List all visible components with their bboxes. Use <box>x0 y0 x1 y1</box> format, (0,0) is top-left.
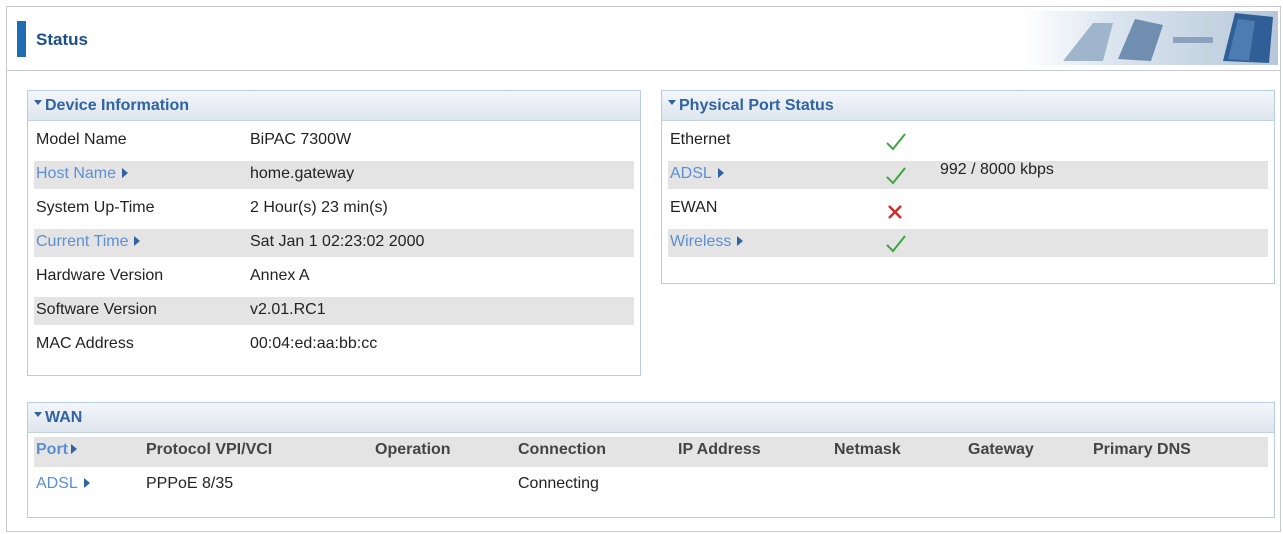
page-header: Status <box>7 7 1280 71</box>
device-row-uptime: System Up-Time 2 Hour(s) 23 min(s) <box>28 191 640 225</box>
physical-port-status-header[interactable]: Physical Port Status <box>662 91 1274 121</box>
wan-col-connection: Connection <box>518 441 606 458</box>
device-row-hardware: Hardware Version Annex A <box>28 259 640 293</box>
wan-adsl-link[interactable]: ADSL <box>36 467 90 501</box>
wan-col-gateway: Gateway <box>968 441 1034 458</box>
port-row-adsl: ADSL 992 / 8000 kbps <box>662 157 1274 191</box>
device-value-uptime: 2 Hour(s) 23 min(s) <box>250 199 388 216</box>
cross-icon <box>888 205 902 219</box>
triangle-right-icon <box>122 168 129 178</box>
port-label-ethernet: Ethernet <box>670 131 731 148</box>
header-banner-image <box>1023 11 1278 65</box>
device-value-hardware: Annex A <box>250 267 310 284</box>
wan-col-protocol: Protocol VPI/VCI <box>146 441 273 458</box>
wan-col-operation: Operation <box>375 441 451 458</box>
triangle-right-icon <box>717 168 724 178</box>
wan-title: WAN <box>45 408 83 426</box>
wireless-port-link[interactable]: Wireless <box>670 225 744 259</box>
caret-down-icon <box>34 100 42 105</box>
port-row-wireless: Wireless <box>662 225 1274 259</box>
wan-panel: WAN Port Protocol VPI/VCI Operation Conn… <box>27 402 1275 518</box>
status-page: Status Device Information Model Name BiP… <box>6 6 1281 532</box>
device-information-header[interactable]: Device Information <box>28 91 640 121</box>
wan-protocol-value: PPPoE 8/35 <box>146 475 234 492</box>
device-information-panel: Device Information Model Name BiPAC 7300… <box>27 90 641 376</box>
wan-row-adsl: ADSL PPPoE 8/35 Connecting <box>28 467 1274 501</box>
triangle-right-icon <box>737 236 744 246</box>
device-value-mac: 00:04:ed:aa:bb:cc <box>250 335 378 352</box>
host-name-link[interactable]: Host Name <box>36 157 129 191</box>
device-row-mac: MAC Address 00:04:ed:aa:bb:cc <box>28 327 640 361</box>
device-label-hardware: Hardware Version <box>36 267 164 284</box>
wan-col-netmask: Netmask <box>834 441 901 458</box>
device-row-software: Software Version v2.01.RC1 <box>28 293 640 327</box>
device-label-mac: MAC Address <box>36 335 134 352</box>
triangle-right-icon <box>83 478 90 488</box>
wan-header[interactable]: WAN <box>28 403 1274 433</box>
port-row-ethernet: Ethernet <box>662 123 1274 157</box>
device-value-current-time: Sat Jan 1 02:23:02 2000 <box>250 233 425 250</box>
port-row-ewan: EWAN <box>662 191 1274 225</box>
wan-connection-value: Connecting <box>518 475 599 492</box>
device-value-model: BiPAC 7300W <box>250 131 352 148</box>
caret-down-icon <box>668 100 676 105</box>
device-label-software: Software Version <box>36 301 157 318</box>
current-time-link[interactable]: Current Time <box>36 225 141 259</box>
wan-column-headers: Port Protocol VPI/VCI Operation Connecti… <box>28 433 1274 467</box>
physical-port-status-title: Physical Port Status <box>679 96 834 114</box>
header-accent-bar <box>17 21 26 57</box>
triangle-right-icon <box>71 444 77 454</box>
caret-down-icon <box>34 412 42 417</box>
device-information-title: Device Information <box>45 96 190 114</box>
checkmark-icon <box>886 167 906 185</box>
device-row-current-time: Current Time Sat Jan 1 02:23:02 2000 <box>28 225 640 259</box>
device-row-model: Model Name BiPAC 7300W <box>28 123 640 157</box>
port-label-ewan: EWAN <box>670 199 718 216</box>
triangle-right-icon <box>134 236 141 246</box>
device-value-hostname: home.gateway <box>250 165 355 182</box>
device-value-software: v2.01.RC1 <box>250 301 326 318</box>
adsl-port-link[interactable]: ADSL <box>670 157 724 191</box>
physical-port-status-panel: Physical Port Status Ethernet ADSL 992 /… <box>661 90 1275 284</box>
wan-col-primary-dns: Primary DNS <box>1093 441 1191 458</box>
wan-col-port-link[interactable]: Port <box>36 433 77 467</box>
page-title: Status <box>36 30 88 49</box>
wan-col-ip-address: IP Address <box>678 441 761 458</box>
device-label-model: Model Name <box>36 131 127 148</box>
checkmark-icon <box>886 133 906 151</box>
device-label-uptime: System Up-Time <box>36 199 155 216</box>
device-row-hostname: Host Name home.gateway <box>28 157 640 191</box>
checkmark-icon <box>886 235 906 253</box>
adsl-rate: 992 / 8000 kbps <box>940 161 1054 178</box>
